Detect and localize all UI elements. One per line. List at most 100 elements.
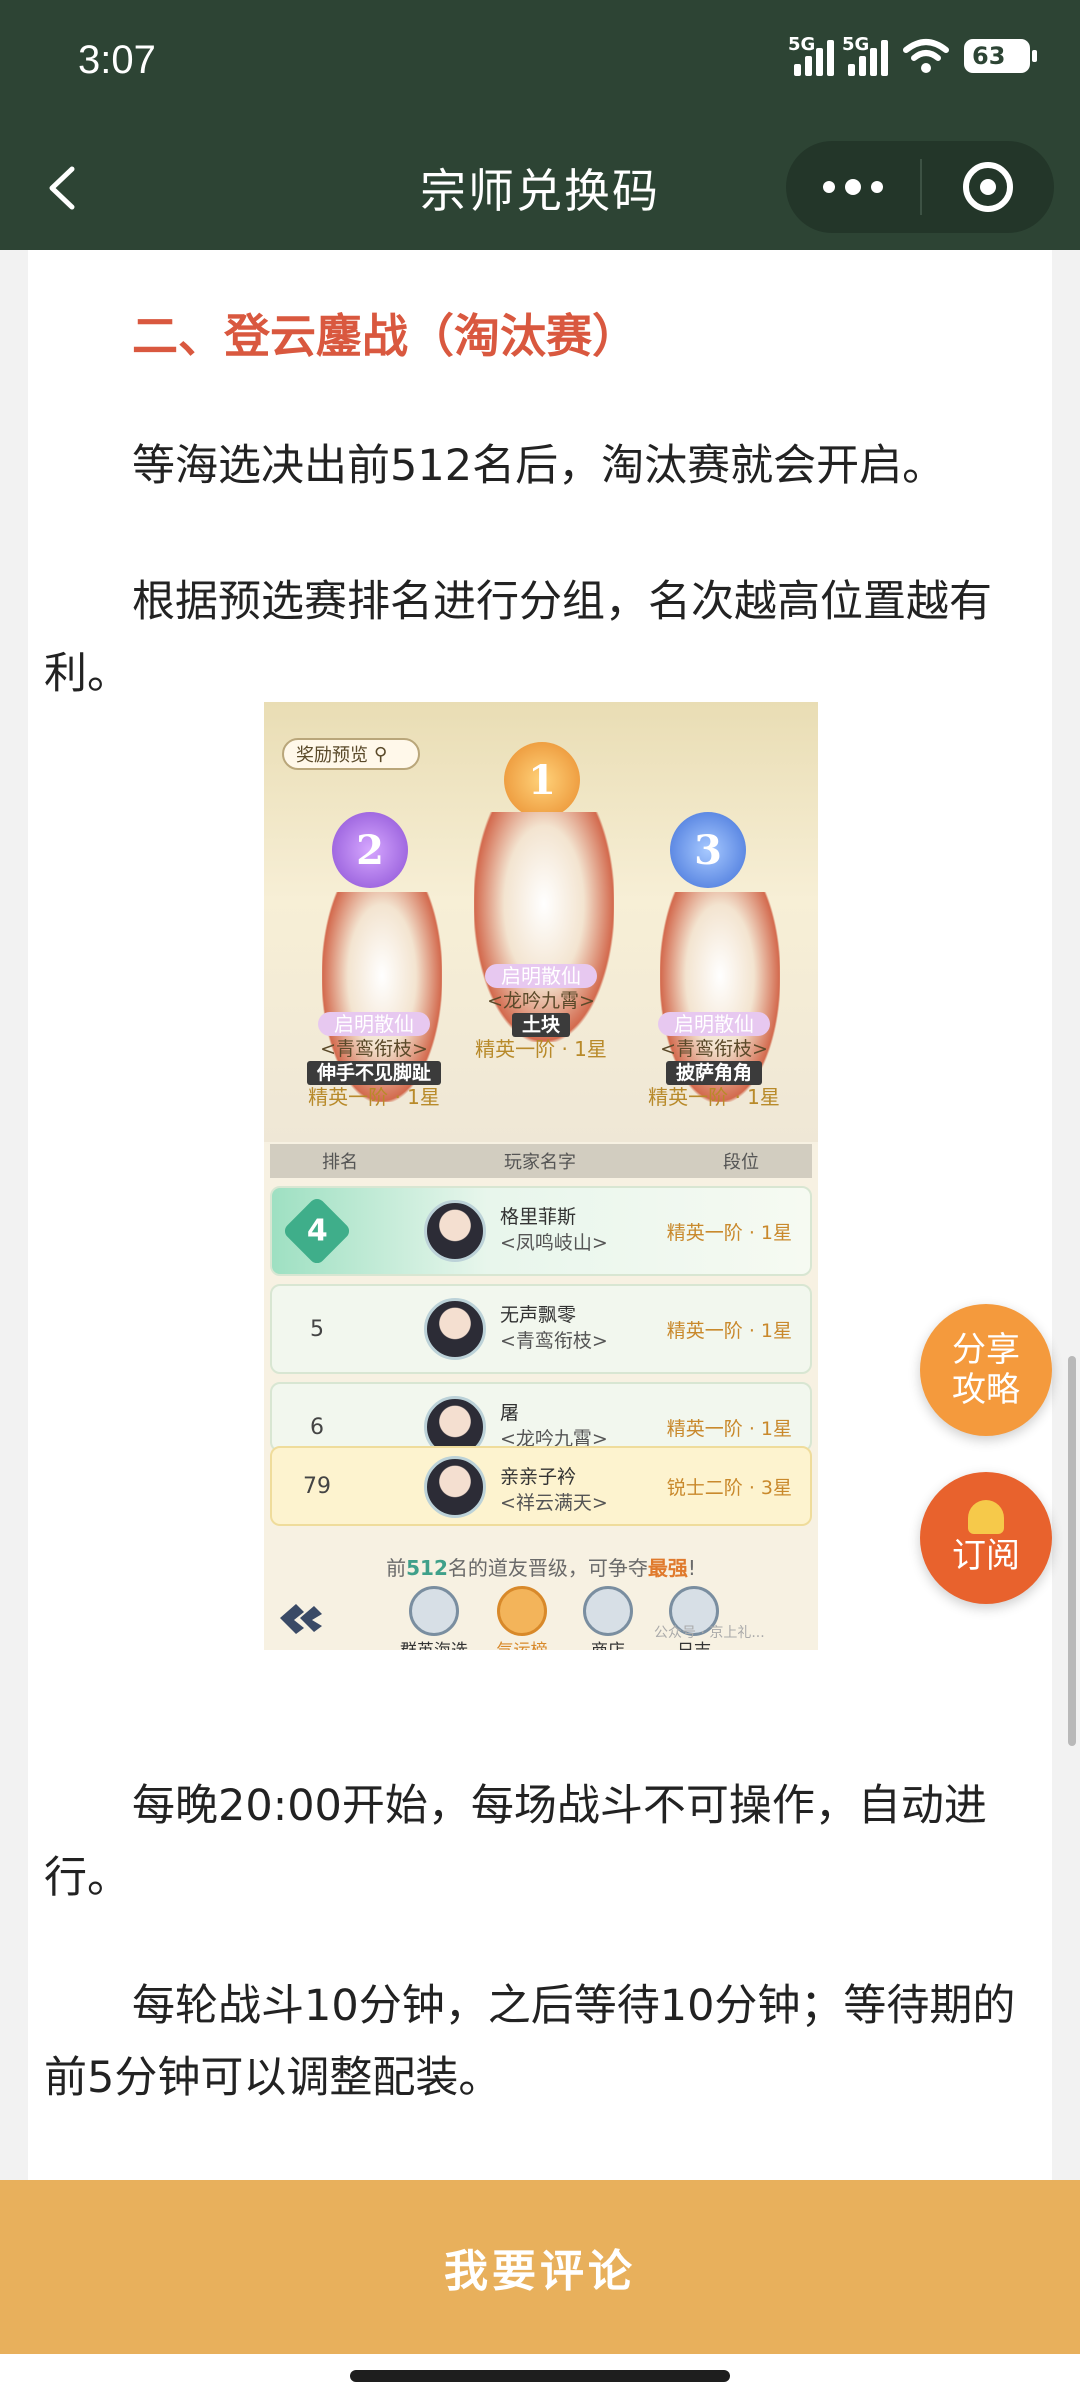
more-button[interactable]	[786, 141, 920, 233]
game-logo-icon	[280, 1604, 322, 1634]
shop-icon	[583, 1586, 633, 1636]
player-name: 伸手不见脚趾	[306, 1061, 441, 1085]
subscribe-button[interactable]: 订阅	[920, 1472, 1052, 1604]
share-guide-label: 分享攻略	[952, 1330, 1020, 1410]
miniprogram-capsule	[786, 141, 1054, 233]
my-rank-row: 79 亲亲子衿 <祥云满天> 锐士二阶 · 3星	[270, 1446, 812, 1526]
tab-label: 商店	[591, 1641, 625, 1650]
player-rank: 精英一阶 · 1星	[648, 1085, 780, 1109]
player-info: 格里菲斯 <凤鸣岐山>	[500, 1204, 608, 1256]
promo-highlight: 最强	[647, 1556, 688, 1580]
tab-qiyun-bang: 气运榜	[482, 1586, 562, 1650]
paragraph-1: 等海选决出前512名后，淘汰赛就会开启。	[132, 441, 946, 491]
player-name: 格里菲斯	[500, 1206, 577, 1228]
status-icons: 5G 5G 63	[788, 34, 1037, 76]
guild-name: <祥云满天>	[500, 1492, 608, 1514]
signal-5g-icon: 5G	[788, 34, 834, 76]
guild-name: <凤鸣岐山>	[500, 1232, 608, 1254]
paragraph-3: 每晚20:00开始，每场战斗不可操作，自动进行。	[44, 1781, 987, 1903]
rank-number: 6	[310, 1414, 324, 1440]
promo-text: 前	[386, 1556, 407, 1580]
column-header: 玩家名字	[504, 1152, 576, 1173]
podium-area: 奖励预览 ⚲ 1 2 3 启明散仙 <龙吟九霄> 土块 精英一阶 · 1星 启明…	[264, 702, 818, 1142]
player-name: 无声飘零	[500, 1304, 577, 1326]
player-name: 土块	[511, 1013, 570, 1037]
promo-number: 512	[406, 1556, 448, 1580]
first-place-medal: 1	[504, 742, 580, 818]
player-level: 锐士二阶 · 3星	[666, 1476, 792, 1499]
title-badge: 启明散仙	[485, 964, 597, 988]
avatar	[424, 1396, 486, 1450]
close-miniprogram-button[interactable]	[922, 141, 1054, 233]
reward-preview-button: 奖励预览 ⚲	[282, 738, 420, 770]
bell-icon	[968, 1500, 1004, 1534]
column-header: 段位	[723, 1152, 759, 1173]
scrollbar[interactable]	[1068, 1356, 1076, 1746]
podium-third-info: 启明散仙 <青鸾衔枝> 披萨角角 精英一阶 · 1星	[624, 1012, 804, 1109]
guild-name: <龙吟九霄>	[487, 990, 595, 1012]
player-rank: 精英一阶 · 1星	[475, 1037, 607, 1061]
nav-bar: 宗师兑换码	[0, 125, 1080, 250]
dot-icon	[845, 179, 861, 195]
guild-name: <青鸾衔枝>	[320, 1038, 428, 1060]
target-icon	[963, 162, 1013, 212]
guild-name: <青鸾衔枝>	[660, 1038, 768, 1060]
player-rank: 精英一阶 · 1星	[308, 1085, 440, 1109]
avatar	[424, 1298, 486, 1360]
wifi-icon	[903, 39, 949, 73]
player-level: 精英一阶 · 1星	[666, 1417, 792, 1440]
podium-first-info: 启明散仙 <龙吟九霄> 土块 精英一阶 · 1星	[450, 964, 632, 1061]
network-type-label: 5G	[842, 34, 870, 55]
tab-qunying-haixuan: 群英海选	[394, 1586, 474, 1650]
game-ranking-screenshot[interactable]: 奖励预览 ⚲ 1 2 3 启明散仙 <龙吟九霄> 土块 精英一阶 · 1星 启明…	[264, 702, 818, 1650]
reward-preview-label: 奖励预览	[296, 745, 368, 766]
dot-icon	[871, 181, 883, 193]
player-name: 披萨角角	[665, 1061, 762, 1085]
player-name: 亲亲子衿	[500, 1466, 577, 1488]
status-time: 3:07	[78, 38, 156, 82]
comment-button[interactable]: 我要评论	[0, 2180, 1080, 2354]
tab-shop: 商店	[568, 1586, 648, 1650]
paragraph-2: 根据预选赛排名进行分组，名次越高位置越有利。	[44, 577, 992, 699]
podium-second-info: 启明散仙 <青鸾衔枝> 伸手不见脚趾 精英一阶 · 1星	[284, 1012, 464, 1109]
column-header: 排名	[322, 1152, 358, 1173]
ranking-scroll-icon	[497, 1586, 547, 1636]
trophy-icon	[409, 1586, 459, 1636]
home-indicator[interactable]	[350, 2370, 730, 2382]
tab-label: 群英海选	[400, 1641, 468, 1650]
promo-text: 名的道友晋级，可争夺	[447, 1556, 648, 1580]
status-bar: 3:07 5G 5G 63	[0, 0, 1080, 125]
signal-5g-icon: 5G	[842, 34, 888, 76]
third-place-medal: 3	[670, 812, 746, 888]
player-level: 精英一阶 · 1星	[666, 1221, 792, 1244]
rank-number: 79	[303, 1473, 331, 1499]
tab-label: 气运榜	[497, 1641, 548, 1650]
ranking-table-header: 排名 玩家名字 段位	[270, 1144, 812, 1178]
promo-text: !	[687, 1556, 696, 1580]
search-icon: ⚲	[374, 743, 388, 765]
table-row: 5 无声飘零 <青鸾衔枝> 精英一阶 · 1星	[270, 1284, 812, 1374]
player-name: 屠	[500, 1402, 520, 1424]
share-guide-button[interactable]: 分享攻略	[920, 1304, 1052, 1436]
player-level: 精英一阶 · 1星	[666, 1319, 792, 1342]
article-body: 二、登云鏖战（淘汰赛） 等海选决出前512名后，淘汰赛就会开启。 根据预选赛排名…	[28, 250, 1052, 2180]
player-info: 屠 <龙吟九霄>	[500, 1400, 608, 1450]
table-row: 4 格里菲斯 <凤鸣岐山> 精英一阶 · 1星	[270, 1186, 812, 1276]
promotion-notice: 前512名的道友晋级，可争夺最强!	[264, 1552, 818, 1581]
player-info: 亲亲子衿 <祥云满天>	[500, 1464, 608, 1516]
guild-name: <青鸾衔枝>	[500, 1330, 608, 1352]
avatar	[424, 1456, 486, 1518]
second-place-medal: 2	[332, 812, 408, 888]
rank-number: 5	[310, 1316, 324, 1342]
player-info: 无声飘零 <青鸾衔枝>	[500, 1302, 608, 1354]
title-badge: 启明散仙	[658, 1012, 770, 1036]
dot-icon	[823, 181, 835, 193]
network-type-label: 5G	[788, 34, 816, 55]
rank-number: 4	[306, 1213, 328, 1248]
title-badge: 启明散仙	[318, 1012, 430, 1036]
table-row: 6 屠 <龙吟九霄> 精英一阶 · 1星	[270, 1382, 812, 1452]
rank-badge: 4	[272, 1188, 362, 1274]
paragraph-4: 每轮战斗10分钟，之后等待10分钟；等待期的前5分钟可以调整配装。	[44, 1981, 1016, 2103]
watermark: 公众号 · 京上礼...	[654, 1625, 765, 1641]
section-heading: 二、登云鏖战（淘汰赛）	[132, 309, 638, 363]
